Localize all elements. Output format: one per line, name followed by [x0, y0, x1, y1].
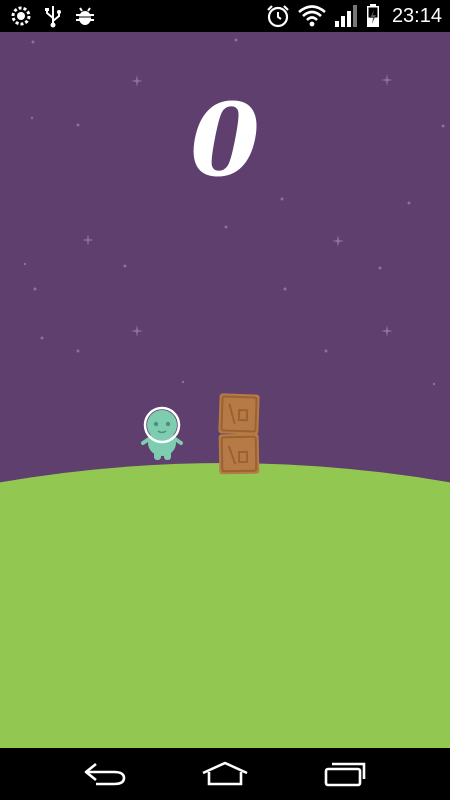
system-icons: 23:14	[266, 3, 442, 29]
back-icon	[84, 762, 126, 786]
recent-apps-button[interactable]	[320, 758, 370, 790]
star	[40, 336, 44, 340]
star	[181, 380, 185, 384]
wifi-icon	[298, 5, 326, 27]
ground	[0, 463, 450, 748]
star	[123, 264, 127, 268]
star	[283, 287, 287, 291]
status-time: 23:14	[391, 4, 442, 27]
navigation-bar	[0, 748, 450, 800]
crate	[218, 433, 260, 475]
alarm-icon	[267, 5, 289, 28]
usb-icon	[45, 6, 61, 28]
home-button[interactable]	[200, 758, 250, 790]
game-area[interactable]: 0	[0, 32, 450, 748]
star	[280, 197, 284, 201]
star	[23, 262, 27, 266]
crate	[218, 393, 260, 435]
debug-bug-icon	[76, 7, 94, 25]
star	[324, 349, 328, 353]
star	[378, 266, 382, 270]
battery-charging-icon	[366, 4, 379, 27]
score: 0	[190, 81, 260, 199]
star	[234, 38, 238, 42]
star	[31, 40, 35, 44]
star	[432, 382, 436, 386]
star	[407, 201, 411, 205]
star	[33, 287, 37, 291]
home-icon	[202, 761, 248, 786]
star	[224, 225, 228, 229]
notification-icons	[10, 3, 96, 29]
signal-icon	[334, 5, 357, 27]
settings-icon	[11, 6, 31, 26]
back-button[interactable]	[80, 758, 130, 790]
star	[76, 349, 80, 353]
recent-apps-icon	[324, 762, 366, 787]
status-bar: 23:14	[0, 0, 450, 32]
